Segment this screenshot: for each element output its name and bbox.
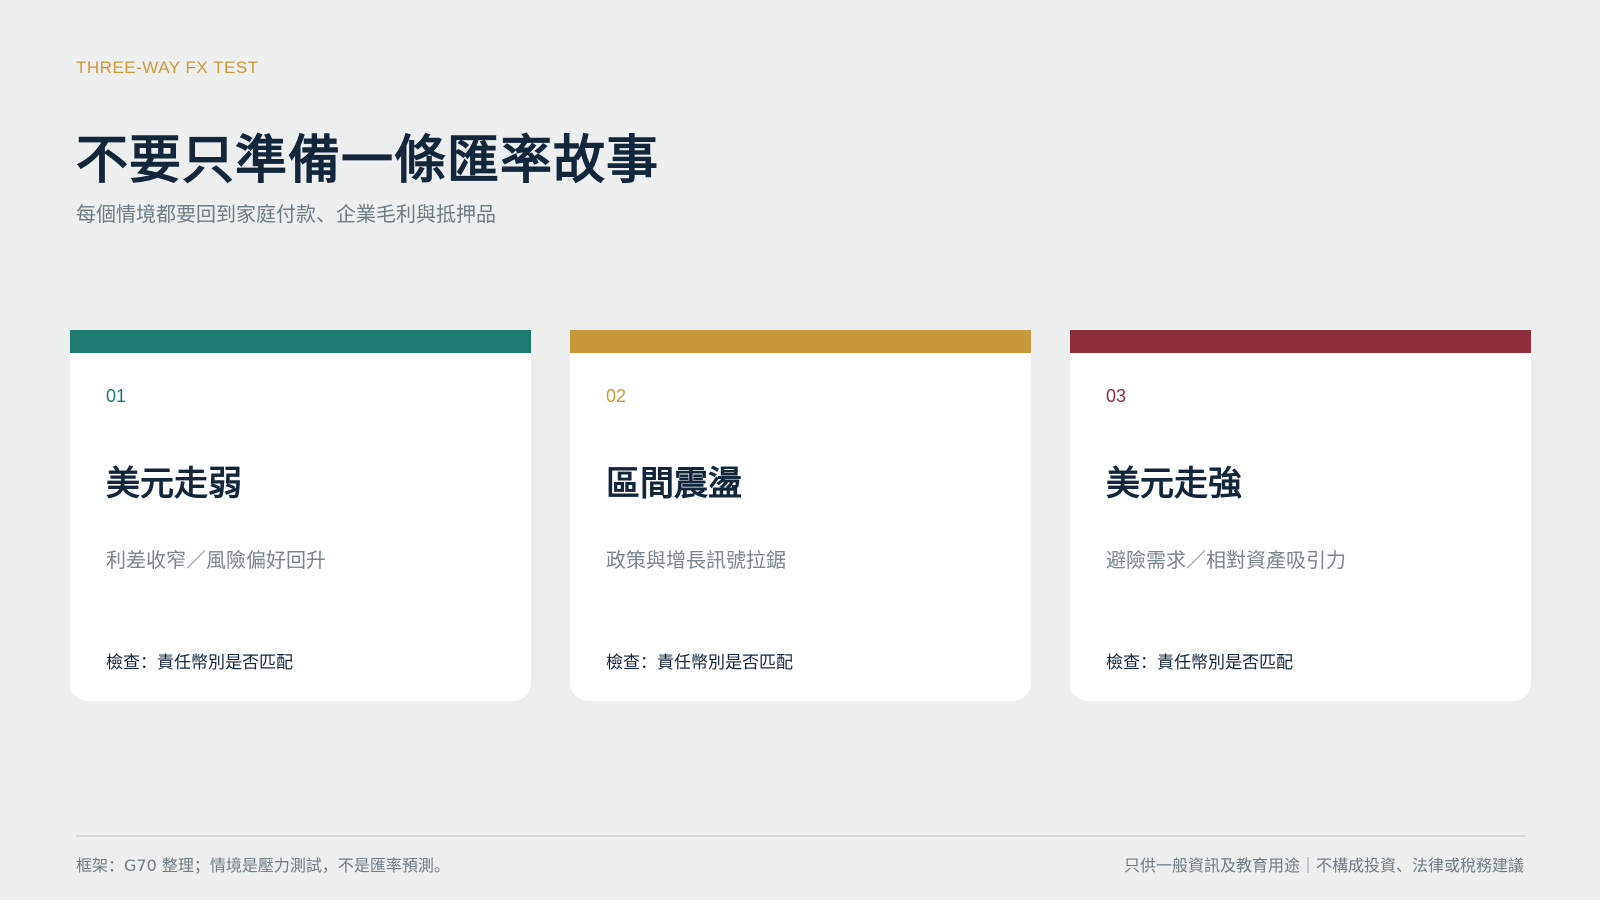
scenario-card-1: 01 美元走弱 利差收窄／風險偏好回升 檢查：責任幣別是否匹配	[70, 330, 531, 701]
card-description: 利差收窄／風險偏好回升	[106, 548, 326, 572]
footer-divider	[76, 835, 1525, 837]
scenario-card-2: 02 區間震盪 政策與增長訊號拉鋸 檢查：責任幣別是否匹配	[570, 330, 1031, 701]
card-check: 檢查：責任幣別是否匹配	[106, 653, 293, 673]
eyebrow-label: THREE-WAY FX TEST	[76, 58, 259, 77]
card-number: 01	[106, 386, 127, 406]
card-title: 區間震盪	[606, 464, 742, 504]
card-accent-bar	[1070, 330, 1531, 353]
card-description: 政策與增長訊號拉鋸	[606, 548, 786, 572]
card-title: 美元走強	[1106, 464, 1242, 504]
card-number: 03	[1106, 386, 1127, 406]
card-accent-bar	[70, 330, 531, 353]
card-check: 檢查：責任幣別是否匹配	[606, 653, 793, 673]
card-number: 02	[606, 386, 627, 406]
card-title: 美元走弱	[106, 464, 242, 504]
footer-source-note: 框架：G70 整理；情境是壓力測試，不是匯率預測。	[76, 856, 450, 875]
card-check: 檢查：責任幣別是否匹配	[1106, 653, 1293, 673]
page-title: 不要只準備一條匯率故事	[76, 130, 660, 191]
card-description: 避險需求／相對資產吸引力	[1106, 548, 1346, 572]
footer-disclaimer: 只供一般資訊及教育用途｜不構成投資、法律或稅務建議	[1123, 856, 1524, 875]
scenario-card-3: 03 美元走強 避險需求／相對資產吸引力 檢查：責任幣別是否匹配	[1070, 330, 1531, 701]
page-subtitle: 每個情境都要回到家庭付款、企業毛利與抵押品	[76, 202, 496, 226]
scenario-cards: 01 美元走弱 利差收窄／風險偏好回升 檢查：責任幣別是否匹配 02 區間震盪 …	[70, 330, 1531, 701]
card-accent-bar	[570, 330, 1031, 353]
